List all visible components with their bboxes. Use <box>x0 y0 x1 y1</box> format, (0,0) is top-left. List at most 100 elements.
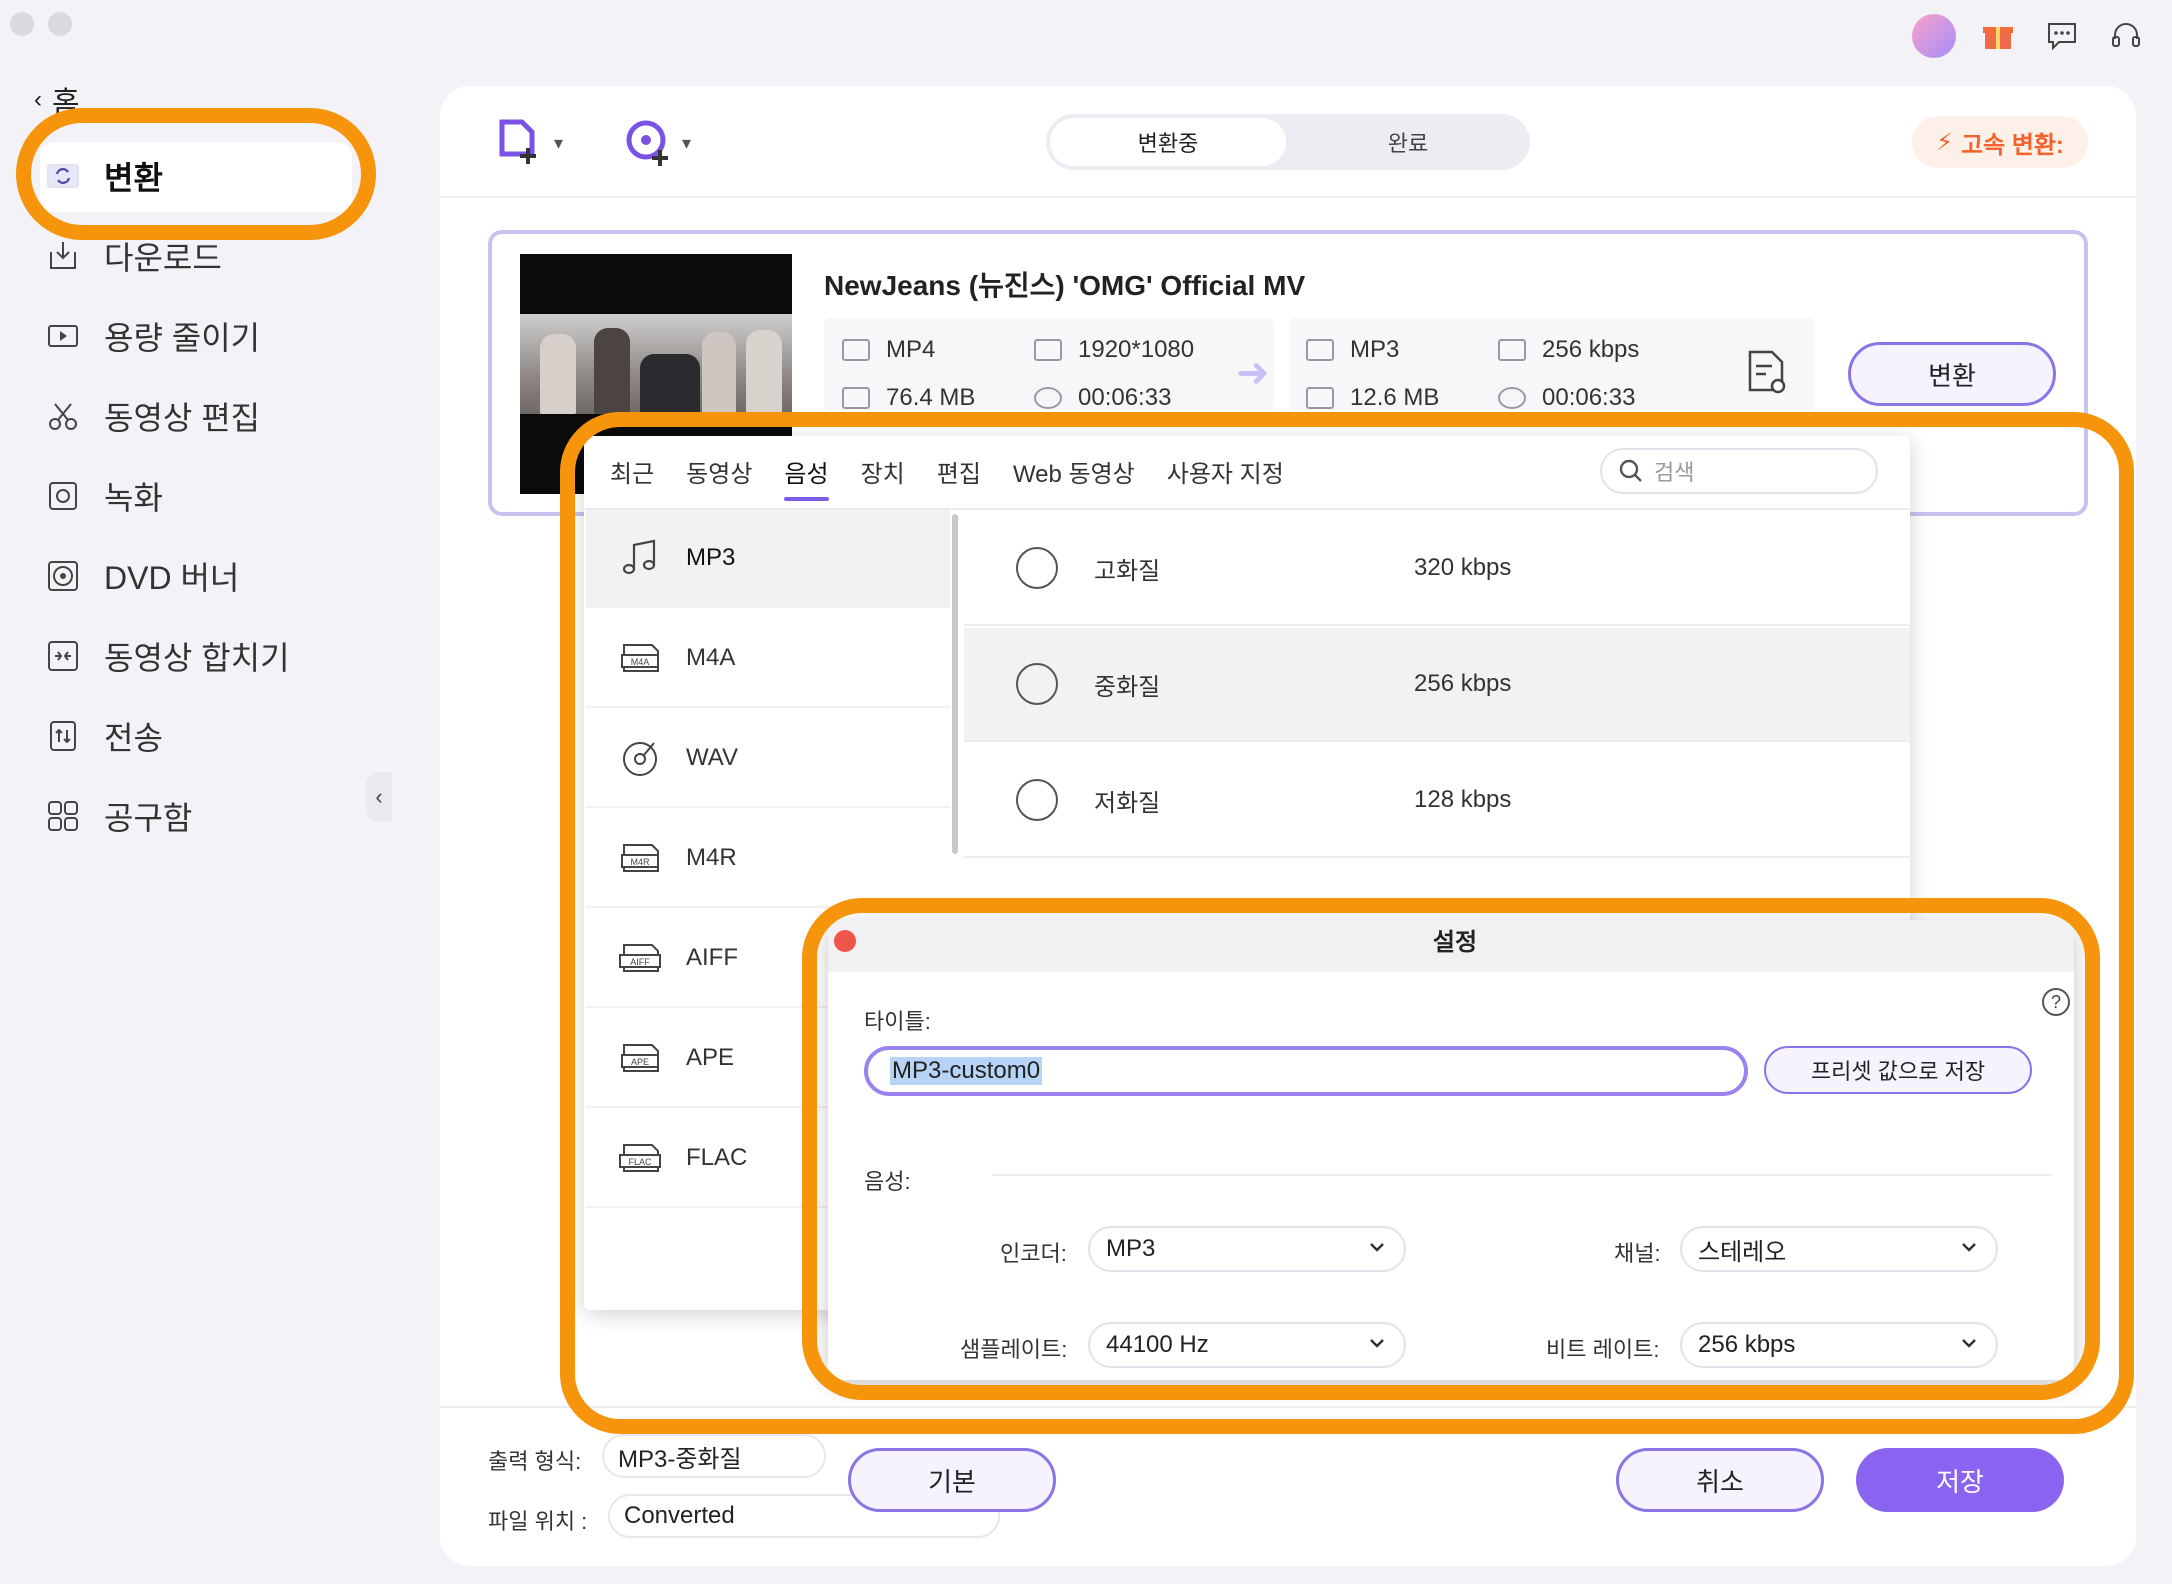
default-button[interactable]: 기본 <box>848 1448 1056 1512</box>
avatar[interactable] <box>1912 14 1956 58</box>
chevron-left-icon: ‹ <box>375 784 383 809</box>
tab-custom[interactable]: 사용자 지정 <box>1167 454 1284 489</box>
tab-video[interactable]: 동영상 <box>686 454 752 489</box>
resolution-icon <box>1034 339 1062 361</box>
title-input[interactable]: MP3-custom0 <box>864 1046 1748 1096</box>
quality-option-medium[interactable]: 중화질 256 kbps <box>964 628 1910 742</box>
encoder-select[interactable]: MP3 <box>1088 1226 1406 1272</box>
tab-recent[interactable]: 최근 <box>610 454 654 489</box>
folder-icon <box>1306 387 1334 409</box>
close-dialog-button[interactable] <box>834 930 856 952</box>
tab-done[interactable]: 완료 <box>1290 118 1526 166</box>
home-link[interactable]: ‹ 홈 <box>34 78 80 122</box>
tab-device[interactable]: 장치 <box>861 454 905 489</box>
scissors-icon <box>44 397 82 435</box>
svg-text:FLAC: FLAC <box>628 1157 652 1167</box>
target-format: MP3 <box>1306 336 1399 364</box>
sidebar-item-compress[interactable]: 용량 줄이기 <box>44 308 260 364</box>
format-item-wav[interactable]: WAV <box>586 710 950 808</box>
audio-file-icon <box>1306 339 1334 361</box>
file-location-label: 파일 위치 : <box>488 1509 588 1534</box>
format-item-m4a[interactable]: M4A M4A <box>586 610 950 708</box>
tab-audio[interactable]: 음성 <box>784 454 829 501</box>
music-note-icon <box>622 539 656 575</box>
sidebar-collapse-button[interactable]: ‹ <box>366 772 392 822</box>
wav-disc-icon <box>623 742 657 776</box>
m4a-file-icon: M4A <box>621 644 659 672</box>
format-item-mp3[interactable]: MP3 <box>586 510 950 608</box>
bitrate-select[interactable]: 256 kbps <box>1680 1322 1998 1368</box>
tab-edit[interactable]: 편집 <box>937 454 981 489</box>
settings-dialog <box>828 920 2074 1380</box>
gift-icon[interactable] <box>1976 14 2020 58</box>
svg-text:APE: APE <box>631 1057 649 1067</box>
chevron-down-icon: ▾ <box>554 132 564 153</box>
sidebar-item-merge[interactable]: 동영상 합치기 <box>44 628 290 684</box>
format-list-scrollbar[interactable] <box>952 514 958 854</box>
chevron-down-icon <box>1962 1339 1976 1348</box>
feedback-icon[interactable] <box>2040 14 2084 58</box>
source-duration: 00:06:33 <box>1034 384 1171 412</box>
add-file-icon <box>499 119 536 164</box>
video-file-icon <box>842 339 870 361</box>
samplerate-label: 샘플레이트: <box>960 1337 1068 1362</box>
convert-button[interactable]: 변환 <box>1848 342 2056 406</box>
svg-text:M4A: M4A <box>631 657 650 667</box>
channel-select[interactable]: 스테레오 <box>1680 1226 1998 1272</box>
format-item-m4r[interactable]: M4R M4R <box>586 810 950 908</box>
record-icon <box>44 477 82 515</box>
download-icon <box>44 237 82 275</box>
sidebar-item-edit[interactable]: 동영상 편집 <box>44 388 260 444</box>
search-input[interactable]: 검색 <box>1600 448 1878 494</box>
add-file-button[interactable]: ▾ <box>496 118 563 168</box>
quality-dial-icon <box>1016 547 1058 589</box>
arrow-right-icon: ➜ <box>1236 351 1270 395</box>
add-disc-icon <box>626 120 668 166</box>
sidebar-item-toolbox[interactable]: 공구함 <box>44 788 192 844</box>
source-resolution: 1920*1080 <box>1034 336 1194 364</box>
chevron-down-icon <box>1370 1339 1384 1348</box>
format-tabs: 최근 동영상 음성 장치 편집 Web 동영상 사용자 지정 <box>610 454 1284 501</box>
encoder-label: 인코더: <box>1000 1241 1067 1266</box>
clock-icon <box>1498 387 1526 409</box>
window-minimize-button[interactable] <box>48 12 72 36</box>
output-format-select[interactable]: MP3-중화질 <box>602 1434 826 1478</box>
add-disc-button[interactable]: ▾ <box>624 118 691 168</box>
fast-convert-button[interactable]: ⚡ 고속 변환: <box>1912 116 2088 168</box>
audio-section-divider <box>992 1174 2052 1176</box>
target-duration: 00:06:33 <box>1498 384 1635 412</box>
bitrate-label: 비트 레이트: <box>1546 1337 1660 1362</box>
sidebar-item-record[interactable]: 녹화 <box>44 468 163 524</box>
quality-option-high[interactable]: 고화질 320 kbps <box>964 512 1910 626</box>
bitrate-icon <box>1498 339 1526 361</box>
save-preset-button[interactable]: 프리셋 값으로 저장 <box>1764 1046 2032 1094</box>
file-settings-icon[interactable] <box>1742 348 1790 401</box>
samplerate-select[interactable]: 44100 Hz <box>1088 1322 1406 1368</box>
convert-icon <box>44 157 82 195</box>
help-icon[interactable]: ? <box>2042 988 2070 1016</box>
quality-option-low[interactable]: 저화질 128 kbps <box>964 744 1910 858</box>
sidebar-item-convert[interactable]: 변환 <box>44 148 163 204</box>
sidebar-item-dvd[interactable]: DVD 버너 <box>44 548 239 604</box>
tab-converting[interactable]: 변환중 <box>1050 118 1286 166</box>
chevron-left-icon: ‹ <box>34 86 42 113</box>
ape-file-icon: APE <box>621 1044 659 1072</box>
svg-text:AIFF: AIFF <box>630 957 650 967</box>
clock-icon <box>1034 387 1062 409</box>
m4r-file-icon: M4R <box>621 844 659 872</box>
support-headset-icon[interactable] <box>2104 14 2148 58</box>
save-button[interactable]: 저장 <box>1856 1448 2064 1512</box>
flac-file-icon: FLAC <box>619 1144 661 1172</box>
toolbar-divider <box>440 196 2136 198</box>
tab-web-video[interactable]: Web 동영상 <box>1013 454 1135 489</box>
sidebar-item-download[interactable]: 다운로드 <box>44 228 222 284</box>
sidebar: ‹ 홈 변환 다운로드 용량 줄이기 동영상 편집 녹화 DVD 버너 동영상 … <box>0 0 392 1584</box>
search-icon <box>1619 459 1642 482</box>
chevron-down-icon <box>1370 1243 1384 1252</box>
cancel-button[interactable]: 취소 <box>1616 1448 1824 1512</box>
sidebar-item-transfer[interactable]: 전송 <box>44 708 163 764</box>
compress-icon <box>44 317 82 355</box>
window-close-button[interactable] <box>10 12 34 36</box>
output-format-label: 출력 형식: <box>488 1449 582 1474</box>
audio-section-label: 음성: <box>864 1169 911 1194</box>
